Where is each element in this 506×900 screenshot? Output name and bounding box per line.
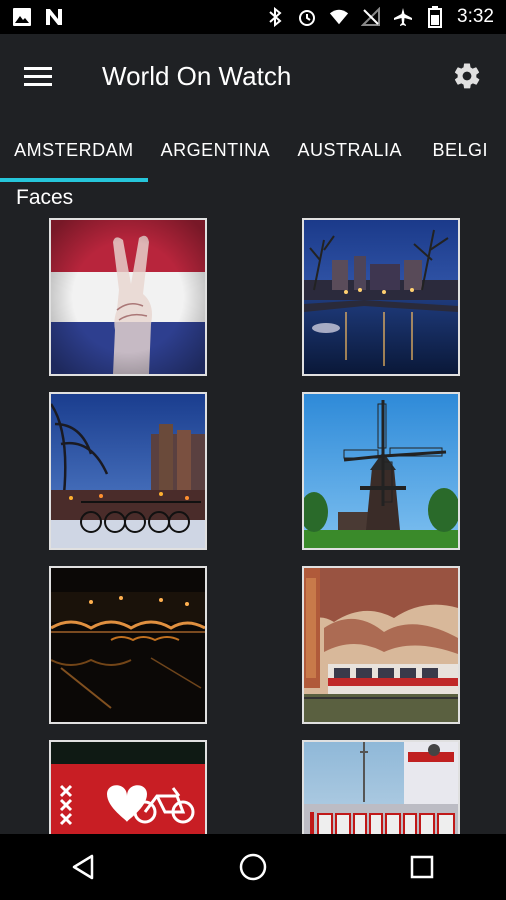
faces-content: Faces [0, 182, 506, 834]
no-signal-icon [361, 7, 381, 27]
section-title: Faces [16, 186, 74, 209]
face-train-dramatic-sky[interactable] [302, 566, 460, 724]
n-icon [44, 7, 64, 27]
face-windmill[interactable] [302, 392, 460, 550]
face-canal-at-night[interactable] [302, 218, 460, 376]
gear-icon[interactable] [452, 61, 482, 91]
tab-argentina[interactable]: ARGENTINA [148, 118, 283, 182]
face-netherlands-flag-peace-hand[interactable] [49, 218, 207, 376]
app-title: World On Watch [102, 60, 292, 91]
recents-square-icon[interactable] [392, 837, 452, 897]
tab-belgium[interactable]: BELGI [416, 118, 506, 182]
status-bar: 3:32 [0, 0, 506, 34]
face-xxx-heart-bicycle[interactable] [49, 740, 207, 834]
tab-amsterdam[interactable]: AMSTERDAM [0, 118, 148, 182]
app-bar: World On Watch [0, 34, 506, 118]
alarm-icon [297, 7, 317, 27]
wifi-icon [329, 7, 349, 27]
country-tabs: AMSTERDAM ARGENTINA AUSTRALIA BELGI [0, 118, 506, 182]
bluetooth-icon [265, 7, 285, 27]
navigation-bar [0, 834, 506, 900]
tab-australia[interactable]: AUSTRALIA [283, 118, 416, 182]
face-bridge-lights-night[interactable] [49, 566, 207, 724]
home-circle-icon[interactable] [223, 837, 283, 897]
battery-icon [425, 6, 445, 28]
back-triangle-icon[interactable] [54, 837, 114, 897]
face-bicycles-on-bridge[interactable] [49, 392, 207, 550]
airplane-icon [393, 7, 413, 27]
face-iamsterdam-letters[interactable] [302, 740, 460, 834]
hamburger-menu-icon[interactable] [24, 60, 56, 92]
clock-time: 3:32 [457, 6, 494, 27]
image-icon [12, 7, 32, 27]
